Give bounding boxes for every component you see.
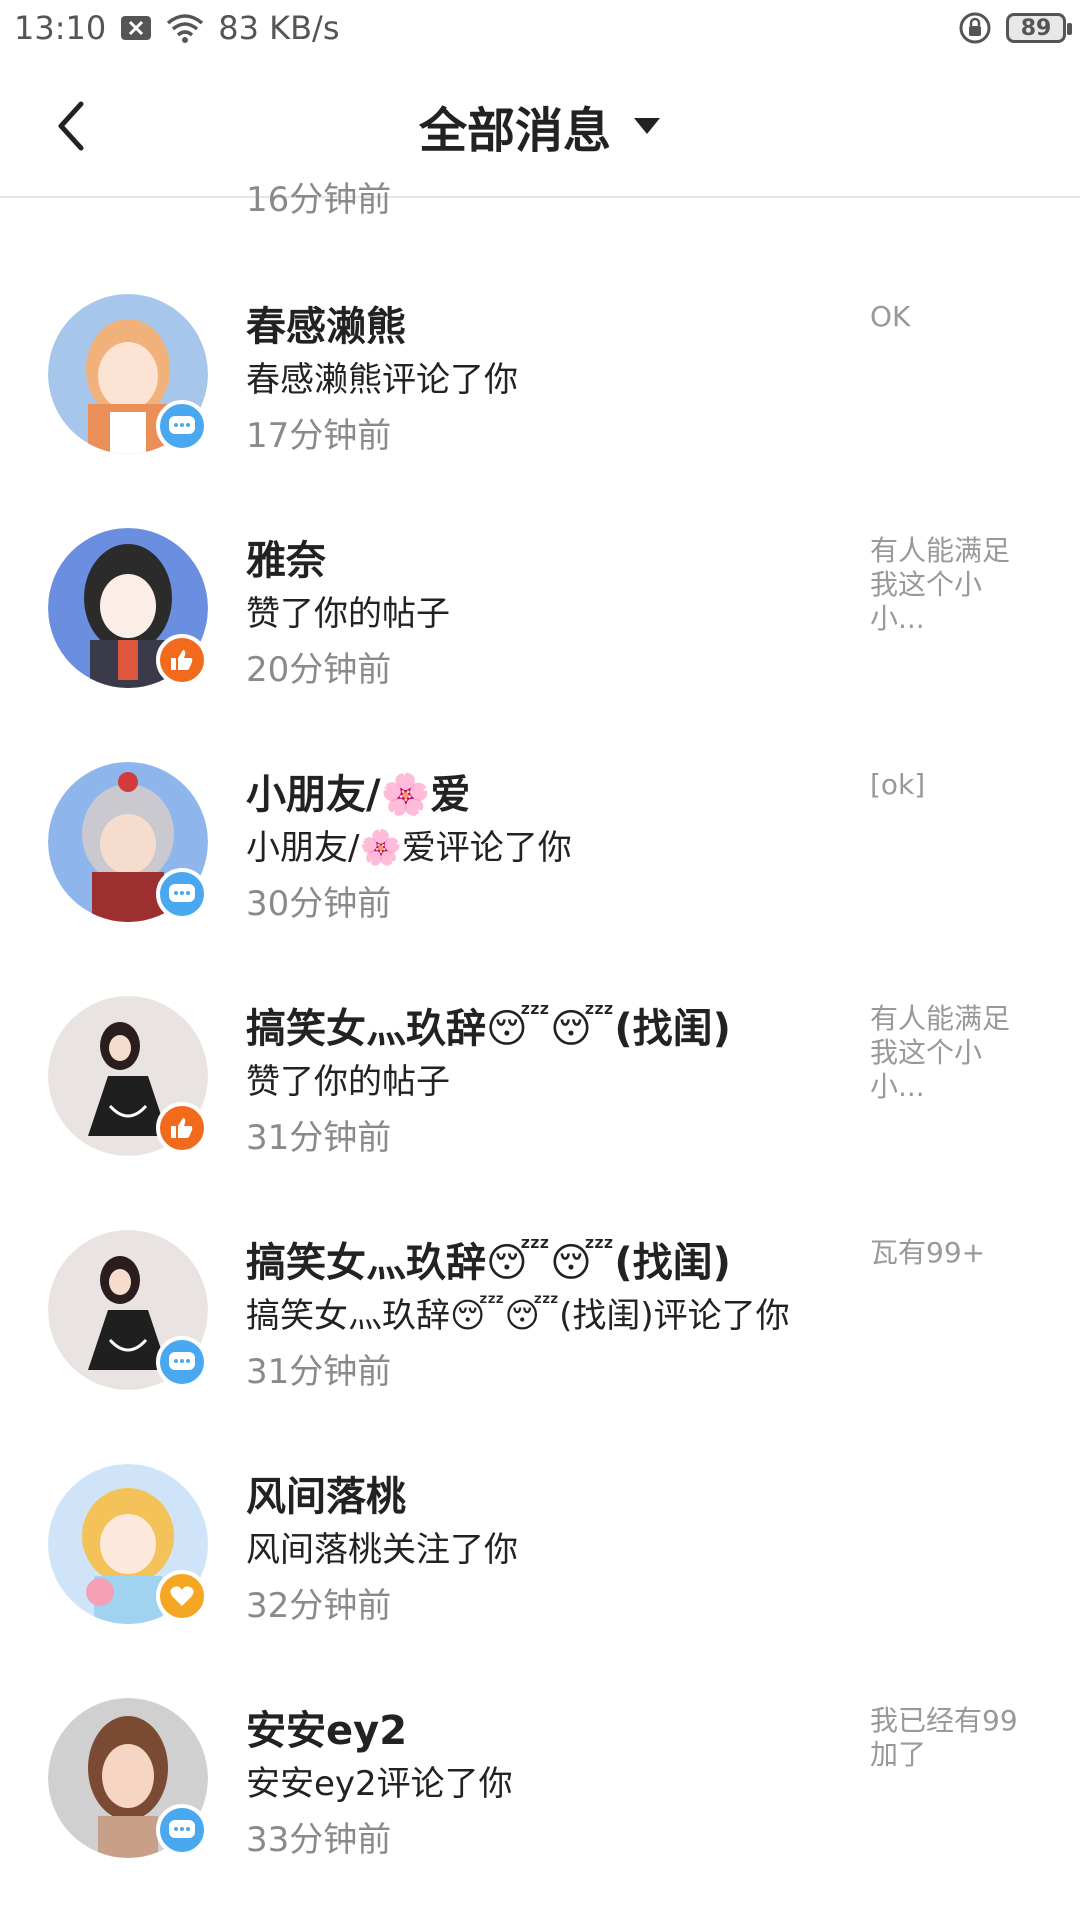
sender-name: 春感濑熊 bbox=[246, 304, 406, 350]
network-speed: 83 KB/s bbox=[218, 9, 340, 47]
list-item-partial[interactable]: 16分钟前 bbox=[0, 180, 1080, 220]
message-time: 31分钟前 bbox=[246, 1118, 392, 1158]
message-time: 31分钟前 bbox=[246, 1352, 392, 1392]
sender-name: 雅奈 bbox=[246, 538, 326, 584]
close-box-icon bbox=[120, 15, 152, 41]
list-item[interactable]: 春感濑熊 春感濑熊评论了你 17分钟前 OK bbox=[0, 294, 1080, 528]
battery-icon: 89 bbox=[1006, 13, 1072, 43]
rotation-lock-icon bbox=[958, 11, 992, 45]
message-time: 17分钟前 bbox=[246, 416, 392, 456]
sender-name: 搞笑女灬玖辞😴😴(找闺) bbox=[246, 1240, 731, 1286]
comment-badge-icon bbox=[156, 868, 208, 920]
message-preview: OK bbox=[870, 300, 911, 333]
sender-name: 搞笑女灬玖辞😴😴(找闺) bbox=[246, 1006, 731, 1052]
comment-badge-icon bbox=[156, 1336, 208, 1388]
wifi-icon bbox=[166, 13, 204, 43]
message-action: 风间落桃关注了你 bbox=[246, 1530, 518, 1570]
list-item[interactable]: 安安ey2 安安ey2评论了你 33分钟前 我已经有99加了 bbox=[0, 1698, 1080, 1932]
comment-badge-icon bbox=[156, 1804, 208, 1856]
message-filter-dropdown[interactable]: 全部消息 bbox=[0, 94, 1080, 159]
comment-badge-icon bbox=[156, 400, 208, 452]
message-time: 33分钟前 bbox=[246, 1820, 392, 1860]
like-badge-icon bbox=[156, 1102, 208, 1154]
message-action: 搞笑女灬玖辞😴😴(找闺)评论了你 bbox=[246, 1296, 790, 1336]
message-time: 32分钟前 bbox=[246, 1586, 392, 1626]
message-action: 安安ey2评论了你 bbox=[246, 1764, 513, 1804]
message-time: 20分钟前 bbox=[246, 650, 392, 690]
page-title: 全部消息 bbox=[418, 103, 611, 159]
message-time: 16分钟前 bbox=[246, 180, 392, 220]
list-item[interactable]: 风间落桃 风间落桃关注了你 32分钟前 bbox=[0, 1464, 1080, 1698]
message-preview: [ok] bbox=[870, 768, 926, 801]
status-bar: 13:10 83 KB/s 89 bbox=[0, 0, 1080, 56]
message-preview: 有人能满足我这个小小... bbox=[870, 534, 1011, 635]
message-action: 小朋友/🌸爱评论了你 bbox=[246, 828, 572, 868]
list-item[interactable]: 搞笑女灬玖辞😴😴(找闺) 赞了你的帖子 31分钟前 有人能满足我这个小小... bbox=[0, 996, 1080, 1230]
sender-name: 风间落桃 bbox=[246, 1474, 406, 1520]
sender-name: 安安ey2 bbox=[246, 1708, 408, 1754]
message-preview: 瓦有99+ bbox=[870, 1236, 986, 1269]
heart-badge-icon bbox=[156, 1570, 208, 1622]
message-preview: 有人能满足我这个小小... bbox=[870, 1002, 1011, 1103]
list-item[interactable]: 雅奈 赞了你的帖子 20分钟前 有人能满足我这个小小... bbox=[0, 528, 1080, 762]
message-action: 春感濑熊评论了你 bbox=[246, 360, 518, 400]
header: 全部消息 bbox=[0, 56, 1080, 198]
like-badge-icon bbox=[156, 634, 208, 686]
message-time: 30分钟前 bbox=[246, 884, 392, 924]
message-preview: 我已经有99加了 bbox=[870, 1704, 1018, 1771]
message-action: 赞了你的帖子 bbox=[246, 594, 450, 634]
status-time: 13:10 bbox=[14, 9, 107, 47]
triangle-down-icon bbox=[634, 118, 660, 134]
list-item[interactable]: 搞笑女灬玖辞😴😴(找闺) 搞笑女灬玖辞😴😴(找闺)评论了你 31分钟前 瓦有99… bbox=[0, 1230, 1080, 1464]
message-action: 赞了你的帖子 bbox=[246, 1062, 450, 1102]
list-item[interactable]: 小朋友/🌸爱 小朋友/🌸爱评论了你 30分钟前 [ok] bbox=[0, 762, 1080, 996]
sender-name: 小朋友/🌸爱 bbox=[246, 772, 471, 818]
